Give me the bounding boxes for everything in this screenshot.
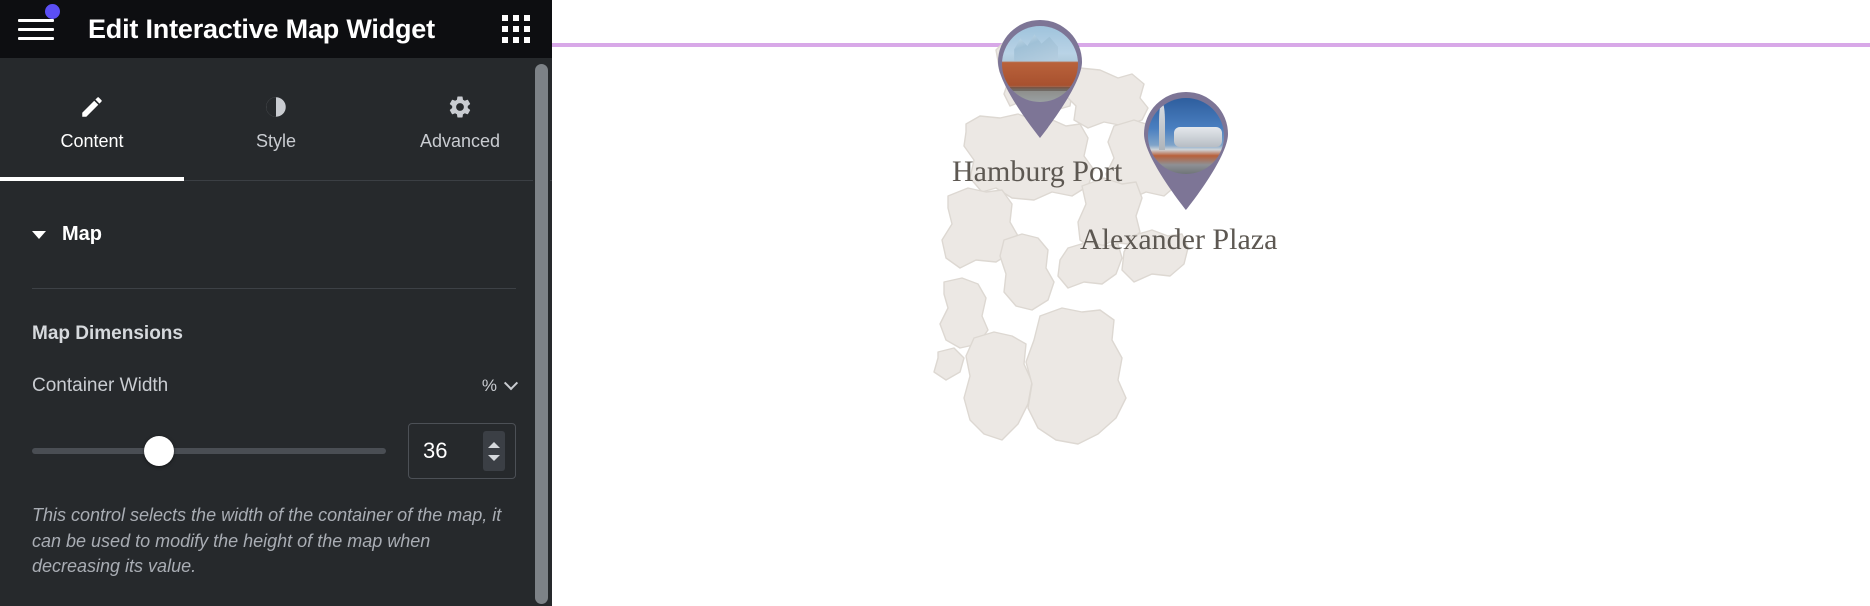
container-width-slider[interactable] bbox=[32, 436, 386, 466]
map-marker-label-hamburg-port: Hamburg Port bbox=[952, 155, 1123, 188]
panel-scrollbar[interactable] bbox=[533, 58, 550, 606]
map-marker-hamburg-port[interactable] bbox=[992, 16, 1088, 140]
unit-select-value: % bbox=[481, 376, 497, 395]
gear-icon bbox=[449, 96, 471, 118]
apps-grid-icon[interactable] bbox=[502, 15, 530, 43]
section-title: Map bbox=[62, 223, 102, 245]
container-width-number-input[interactable]: 36 bbox=[408, 423, 516, 479]
map-marker-label-alexander-plaza: Alexander Plaza bbox=[1080, 223, 1278, 256]
widget-settings-panel: Edit Interactive Map Widget Content Styl… bbox=[0, 0, 552, 606]
tab-content[interactable]: Content bbox=[0, 58, 184, 181]
settings-tabs: Content Style Advanced bbox=[0, 58, 552, 181]
container-width-value: 36 bbox=[423, 438, 448, 463]
group-title-map-dimensions: Map Dimensions bbox=[32, 323, 183, 344]
notification-dot-icon bbox=[45, 4, 60, 19]
tab-advanced[interactable]: Advanced bbox=[368, 58, 552, 180]
pencil-icon bbox=[82, 97, 102, 117]
container-width-control-row: 36 bbox=[0, 397, 552, 479]
slider-track bbox=[32, 448, 386, 454]
tab-content-label: Content bbox=[60, 131, 124, 151]
unit-select[interactable]: % bbox=[481, 376, 519, 396]
container-width-label: Container Width bbox=[32, 375, 169, 396]
map-preview-canvas: Hamburg Port Alexander Plaza bbox=[552, 0, 1870, 606]
slider-thumb[interactable] bbox=[144, 436, 175, 466]
editor-root: Edit Interactive Map Widget Content Styl… bbox=[0, 0, 1870, 606]
container-width-help-text: This control selects the width of the co… bbox=[32, 505, 502, 577]
marker-thumbnail-weltzeituhr bbox=[1148, 98, 1224, 174]
contrast-icon bbox=[266, 97, 286, 117]
chevron-down-icon bbox=[503, 376, 519, 391]
stepper-up-icon[interactable] bbox=[488, 441, 500, 448]
panel-header: Edit Interactive Map Widget bbox=[0, 0, 552, 58]
section-header-map[interactable]: Map bbox=[0, 181, 552, 246]
tab-style[interactable]: Style bbox=[184, 58, 368, 180]
quantity-stepper[interactable] bbox=[483, 431, 505, 471]
hamburger-icon[interactable] bbox=[18, 4, 60, 46]
map-marker-alexander-plaza[interactable] bbox=[1138, 88, 1234, 212]
tab-advanced-label: Advanced bbox=[419, 131, 501, 151]
stepper-down-icon[interactable] bbox=[488, 454, 500, 461]
caret-down-icon bbox=[32, 230, 46, 239]
tab-style-label: Style bbox=[255, 131, 297, 151]
container-width-row: Container Width % bbox=[0, 345, 552, 397]
panel-body: Map Map Dimensions Container Width % 36 bbox=[0, 181, 552, 606]
marker-thumbnail-elbphilharmonie bbox=[1002, 26, 1078, 102]
page-title: Edit Interactive Map Widget bbox=[88, 13, 435, 44]
scrollbar-thumb[interactable] bbox=[535, 64, 548, 604]
